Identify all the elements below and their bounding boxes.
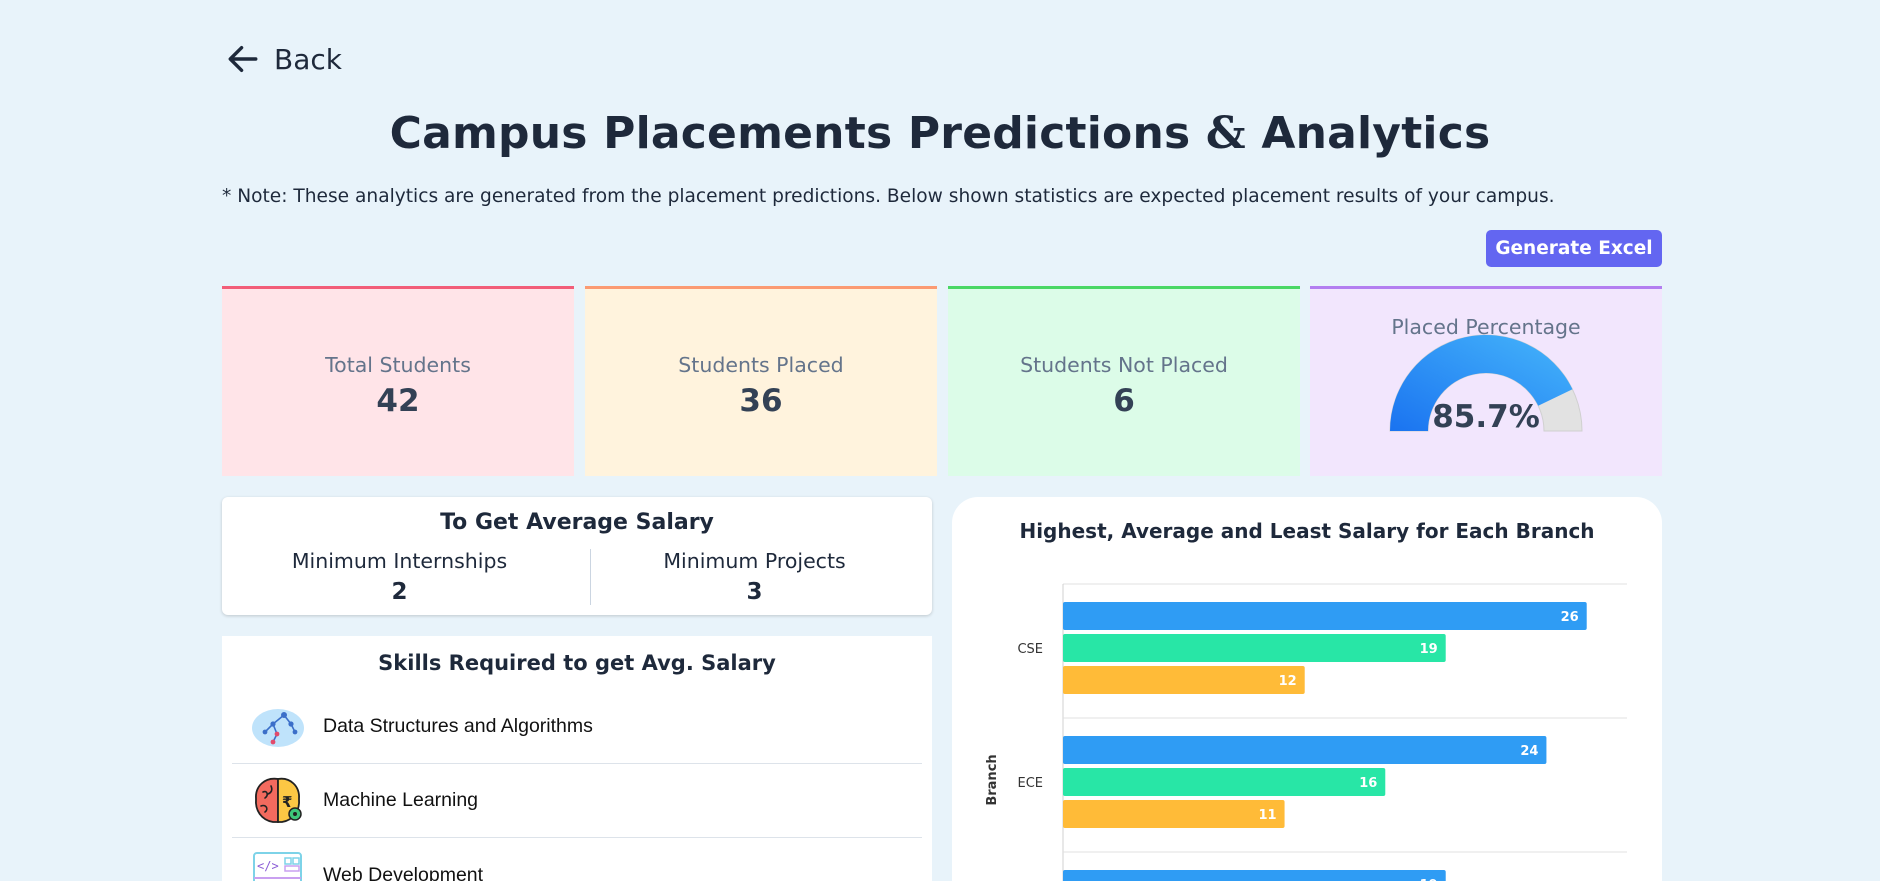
back-button[interactable]: Back bbox=[226, 42, 342, 76]
bar bbox=[1063, 768, 1386, 796]
students-placed-label: Students Placed bbox=[678, 353, 844, 377]
bar bbox=[1063, 736, 1547, 764]
average-salary-title: To Get Average Salary bbox=[440, 510, 714, 535]
students-not-placed-card: Students Not Placed 6 bbox=[948, 286, 1300, 476]
bar bbox=[1063, 602, 1587, 630]
title-part2: Analytics bbox=[1261, 108, 1491, 159]
total-students-card: Total Students 42 bbox=[222, 286, 574, 476]
placed-percentage-value: 85.7% bbox=[1432, 399, 1540, 435]
students-placed-value: 36 bbox=[739, 383, 783, 419]
category-label: ECE bbox=[1017, 776, 1043, 791]
bar bbox=[1063, 666, 1305, 694]
analytics-note: * Note: These analytics are generated fr… bbox=[222, 186, 1555, 207]
skill-item: Data Structures and Algorithms bbox=[232, 690, 922, 764]
students-not-placed-value: 6 bbox=[1113, 383, 1135, 419]
y-axis-label: Branch bbox=[985, 754, 1000, 805]
bar bbox=[1063, 870, 1446, 881]
bar-value-label: 11 bbox=[1258, 808, 1276, 823]
average-salary-card: To Get Average Salary Minimum Internship… bbox=[222, 497, 932, 615]
bar-value-label: 24 bbox=[1520, 744, 1538, 759]
students-placed-card: Students Placed 36 bbox=[585, 286, 937, 476]
bar bbox=[1063, 800, 1285, 828]
min-projects: Minimum Projects 3 bbox=[577, 549, 932, 605]
svg-text:</>: </> bbox=[257, 859, 279, 873]
salary-chart-card: Highest, Average and Least Salary for Ea… bbox=[952, 497, 1662, 881]
skill-item: </> Web Development bbox=[232, 838, 922, 881]
bar-value-label: 19 bbox=[1420, 642, 1438, 657]
min-internships-value: 2 bbox=[391, 579, 408, 605]
total-students-value: 42 bbox=[376, 383, 420, 419]
salary-bar-chart: CSE261912ECE24161119Branch bbox=[985, 583, 1627, 881]
min-projects-label: Minimum Projects bbox=[663, 549, 846, 573]
min-internships-label: Minimum Internships bbox=[291, 549, 508, 573]
students-not-placed-label: Students Not Placed bbox=[1020, 353, 1228, 377]
web-code-icon: </> bbox=[253, 852, 302, 881]
dsa-tree-icon bbox=[252, 708, 304, 747]
skill-label: Data Structures and Algorithms bbox=[323, 715, 593, 737]
total-students-label: Total Students bbox=[325, 353, 471, 377]
arrow-left-icon bbox=[228, 45, 258, 73]
category-label: CSE bbox=[1017, 642, 1043, 657]
skills-title: Skills Required to get Avg. Salary bbox=[378, 651, 776, 675]
min-projects-value: 3 bbox=[746, 579, 763, 605]
back-label: Back bbox=[274, 42, 342, 76]
title-amp: & bbox=[1205, 108, 1246, 159]
skill-label: Web Development bbox=[323, 863, 484, 881]
generate-excel-button[interactable]: Generate Excel bbox=[1486, 230, 1662, 267]
placed-percentage-card: Placed Percentage 85.7% bbox=[1310, 286, 1662, 476]
bar-value-label: 12 bbox=[1279, 674, 1297, 689]
brain-icon: ₹ bbox=[255, 777, 302, 823]
bar-value-label: 26 bbox=[1561, 610, 1579, 625]
bar bbox=[1063, 634, 1446, 662]
svg-text:₹: ₹ bbox=[282, 793, 292, 811]
skill-item: ₹ Machine Learning bbox=[232, 764, 922, 838]
bar-value-label: 16 bbox=[1359, 776, 1377, 791]
min-internships: Minimum Internships 2 bbox=[222, 549, 577, 605]
page-title: Campus Placements Predictions & Analytic… bbox=[0, 108, 1880, 159]
title-part1: Campus Placements Predictions bbox=[389, 108, 1191, 159]
skill-label: Machine Learning bbox=[323, 789, 479, 811]
skills-card: Skills Required to get Avg. Salary Data … bbox=[222, 636, 932, 881]
